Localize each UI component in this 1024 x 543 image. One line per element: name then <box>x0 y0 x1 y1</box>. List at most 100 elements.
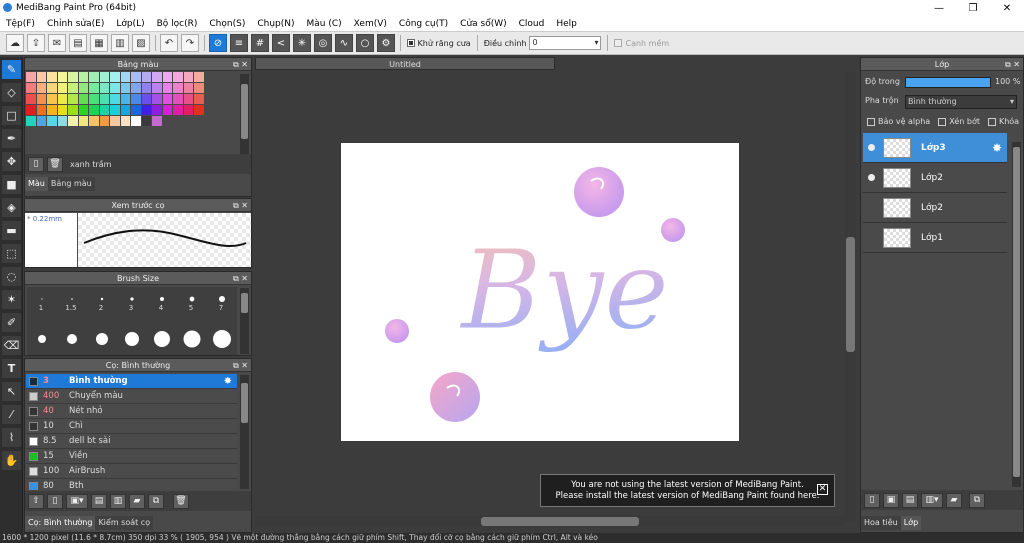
brush-size-dot[interactable] <box>96 333 108 345</box>
color-swatch[interactable] <box>99 83 109 93</box>
color-swatch[interactable] <box>36 83 46 93</box>
marquee-tool-icon[interactable]: ⬚ <box>2 244 21 263</box>
color-swatch[interactable] <box>68 72 78 82</box>
smooth-edge-checkbox[interactable] <box>614 39 623 47</box>
visibility-icon[interactable] <box>868 174 875 181</box>
share-icon[interactable]: ⇪ <box>27 34 45 52</box>
color-swatch[interactable] <box>141 94 151 104</box>
color-swatch[interactable] <box>152 83 162 93</box>
layer-list-scrollbar[interactable] <box>1012 142 1021 487</box>
color-swatch[interactable] <box>120 116 130 126</box>
tab-brush[interactable]: Cọ: Bình thường <box>25 516 96 530</box>
tab-layer[interactable]: Lớp <box>900 516 922 530</box>
tab-navigator[interactable]: Hoa tiêu <box>861 516 901 530</box>
color-swatch[interactable] <box>26 116 36 126</box>
opacity-slider[interactable] <box>905 77 991 88</box>
color-swatch[interactable] <box>78 116 88 126</box>
adjust-dropdown[interactable]: 0 <box>529 36 602 50</box>
color-swatch[interactable] <box>131 116 141 126</box>
color-swatch[interactable] <box>162 105 172 115</box>
page-icon[interactable]: ▦ <box>90 34 108 52</box>
canvas-horizontal-scrollbar[interactable] <box>255 516 845 527</box>
color-swatch[interactable] <box>152 116 162 126</box>
color-swatch[interactable] <box>78 105 88 115</box>
brush-item[interactable]: 8.5 dell bt sài <box>26 434 237 449</box>
layer-item[interactable]: Lớp2 <box>863 193 1007 223</box>
size-label[interactable]: 1.5 <box>56 304 86 312</box>
menu-file[interactable]: Tệp(F) <box>0 19 41 29</box>
color-swatch[interactable] <box>110 116 120 126</box>
drawing-canvas[interactable]: Bye <box>341 143 739 441</box>
antialias-toggle[interactable]: Khử răng cưa <box>406 39 471 48</box>
brush-size-dot[interactable] <box>219 296 225 302</box>
color-swatch[interactable] <box>131 72 141 82</box>
menu-layer[interactable]: Lớp(L) <box>110 19 150 29</box>
color-swatch[interactable] <box>99 105 109 115</box>
color-swatch[interactable] <box>152 72 162 82</box>
hand-tool-icon[interactable]: ✋ <box>2 451 21 470</box>
color-swatch[interactable] <box>183 72 193 82</box>
clip-toggle[interactable]: Xén bớt <box>938 117 980 126</box>
layer-item[interactable]: Lớp3 ✸ <box>863 133 1007 163</box>
blend-mode-dropdown[interactable]: Bình thường <box>905 95 1017 109</box>
color-swatch[interactable] <box>173 105 183 115</box>
color-swatch[interactable] <box>36 116 46 126</box>
brush-list-scrollbar[interactable] <box>240 375 249 489</box>
color-swatch[interactable] <box>120 83 130 93</box>
layer-folder-icon[interactable]: ▰ <box>946 492 962 508</box>
lock-toggle[interactable]: Khóa <box>987 117 1019 126</box>
undo-icon[interactable]: ↶ <box>160 34 178 52</box>
color-swatch[interactable] <box>89 83 99 93</box>
color-swatch[interactable] <box>131 83 141 93</box>
move-tool-icon[interactable]: ✥ <box>2 152 21 171</box>
brush-item[interactable]: 100 AirBrush <box>26 464 237 479</box>
gear-icon[interactable]: ✸ <box>224 376 232 387</box>
close-notice-icon[interactable]: ✕ <box>817 484 828 495</box>
eraser-tool-icon[interactable]: ◇ <box>2 83 21 102</box>
menu-filter[interactable]: Bộ lọc(R) <box>151 19 204 29</box>
color-swatch[interactable] <box>110 105 120 115</box>
layer-item[interactable]: Lớp2 <box>863 163 1007 193</box>
brush-size-dot[interactable] <box>189 296 195 302</box>
color-swatch[interactable] <box>89 94 99 104</box>
maximize-button[interactable]: ❐ <box>956 0 990 16</box>
size-label[interactable]: 5 <box>176 304 206 312</box>
color-swatch[interactable] <box>36 105 46 115</box>
menu-view[interactable]: Xem(V) <box>348 19 393 29</box>
menu-capture[interactable]: Chụp(N) <box>251 19 300 29</box>
tab-color[interactable]: Màu <box>25 177 48 191</box>
brush-size-dot[interactable] <box>71 298 73 300</box>
panel-controls-icon[interactable]: ⧉ ✕ <box>233 359 248 372</box>
color-swatch[interactable] <box>131 94 141 104</box>
color-swatch[interactable] <box>120 72 130 82</box>
color-swatch[interactable] <box>89 116 99 126</box>
select-eraser-icon[interactable]: ⌫ <box>2 336 21 355</box>
menu-help[interactable]: Help <box>550 19 583 29</box>
brush-size-dot[interactable] <box>41 298 43 300</box>
color-swatch[interactable] <box>162 83 172 93</box>
add-color-icon[interactable]: ▯ <box>28 156 44 172</box>
protect-alpha-toggle[interactable]: Bảo vệ alpha <box>867 117 930 126</box>
color-swatch[interactable] <box>36 72 46 82</box>
brush-folder-icon[interactable]: ▰ <box>129 493 145 509</box>
divide-tool-icon[interactable]: ⁄ <box>2 405 21 424</box>
new-brush-icon[interactable]: ▯ <box>47 493 63 509</box>
brush-item[interactable]: 40 Nét nhỏ <box>26 404 237 419</box>
grid-snap-icon[interactable]: # <box>251 34 269 52</box>
brush-item[interactable]: 80 Bth <box>26 479 237 490</box>
brush-tool-icon[interactable]: ✎ <box>2 60 21 79</box>
color-swatch[interactable] <box>183 94 193 104</box>
color-swatch[interactable] <box>26 94 36 104</box>
update-notice[interactable]: You are not using the latest version of … <box>540 474 835 507</box>
gear-icon[interactable]: ✸ <box>992 141 1002 155</box>
color-swatch[interactable] <box>131 105 141 115</box>
brush-size-dot[interactable] <box>130 297 134 301</box>
magic-wand-icon[interactable]: ✶ <box>2 290 21 309</box>
color-swatch[interactable] <box>89 72 99 82</box>
redo-icon[interactable]: ↷ <box>181 34 199 52</box>
brush-size-scrollbar[interactable] <box>240 288 249 354</box>
document-tab[interactable]: Untitled <box>255 57 555 70</box>
color-swatch[interactable] <box>89 105 99 115</box>
menu-cloud[interactable]: Cloud <box>513 19 551 29</box>
color-swatch[interactable] <box>57 116 67 126</box>
